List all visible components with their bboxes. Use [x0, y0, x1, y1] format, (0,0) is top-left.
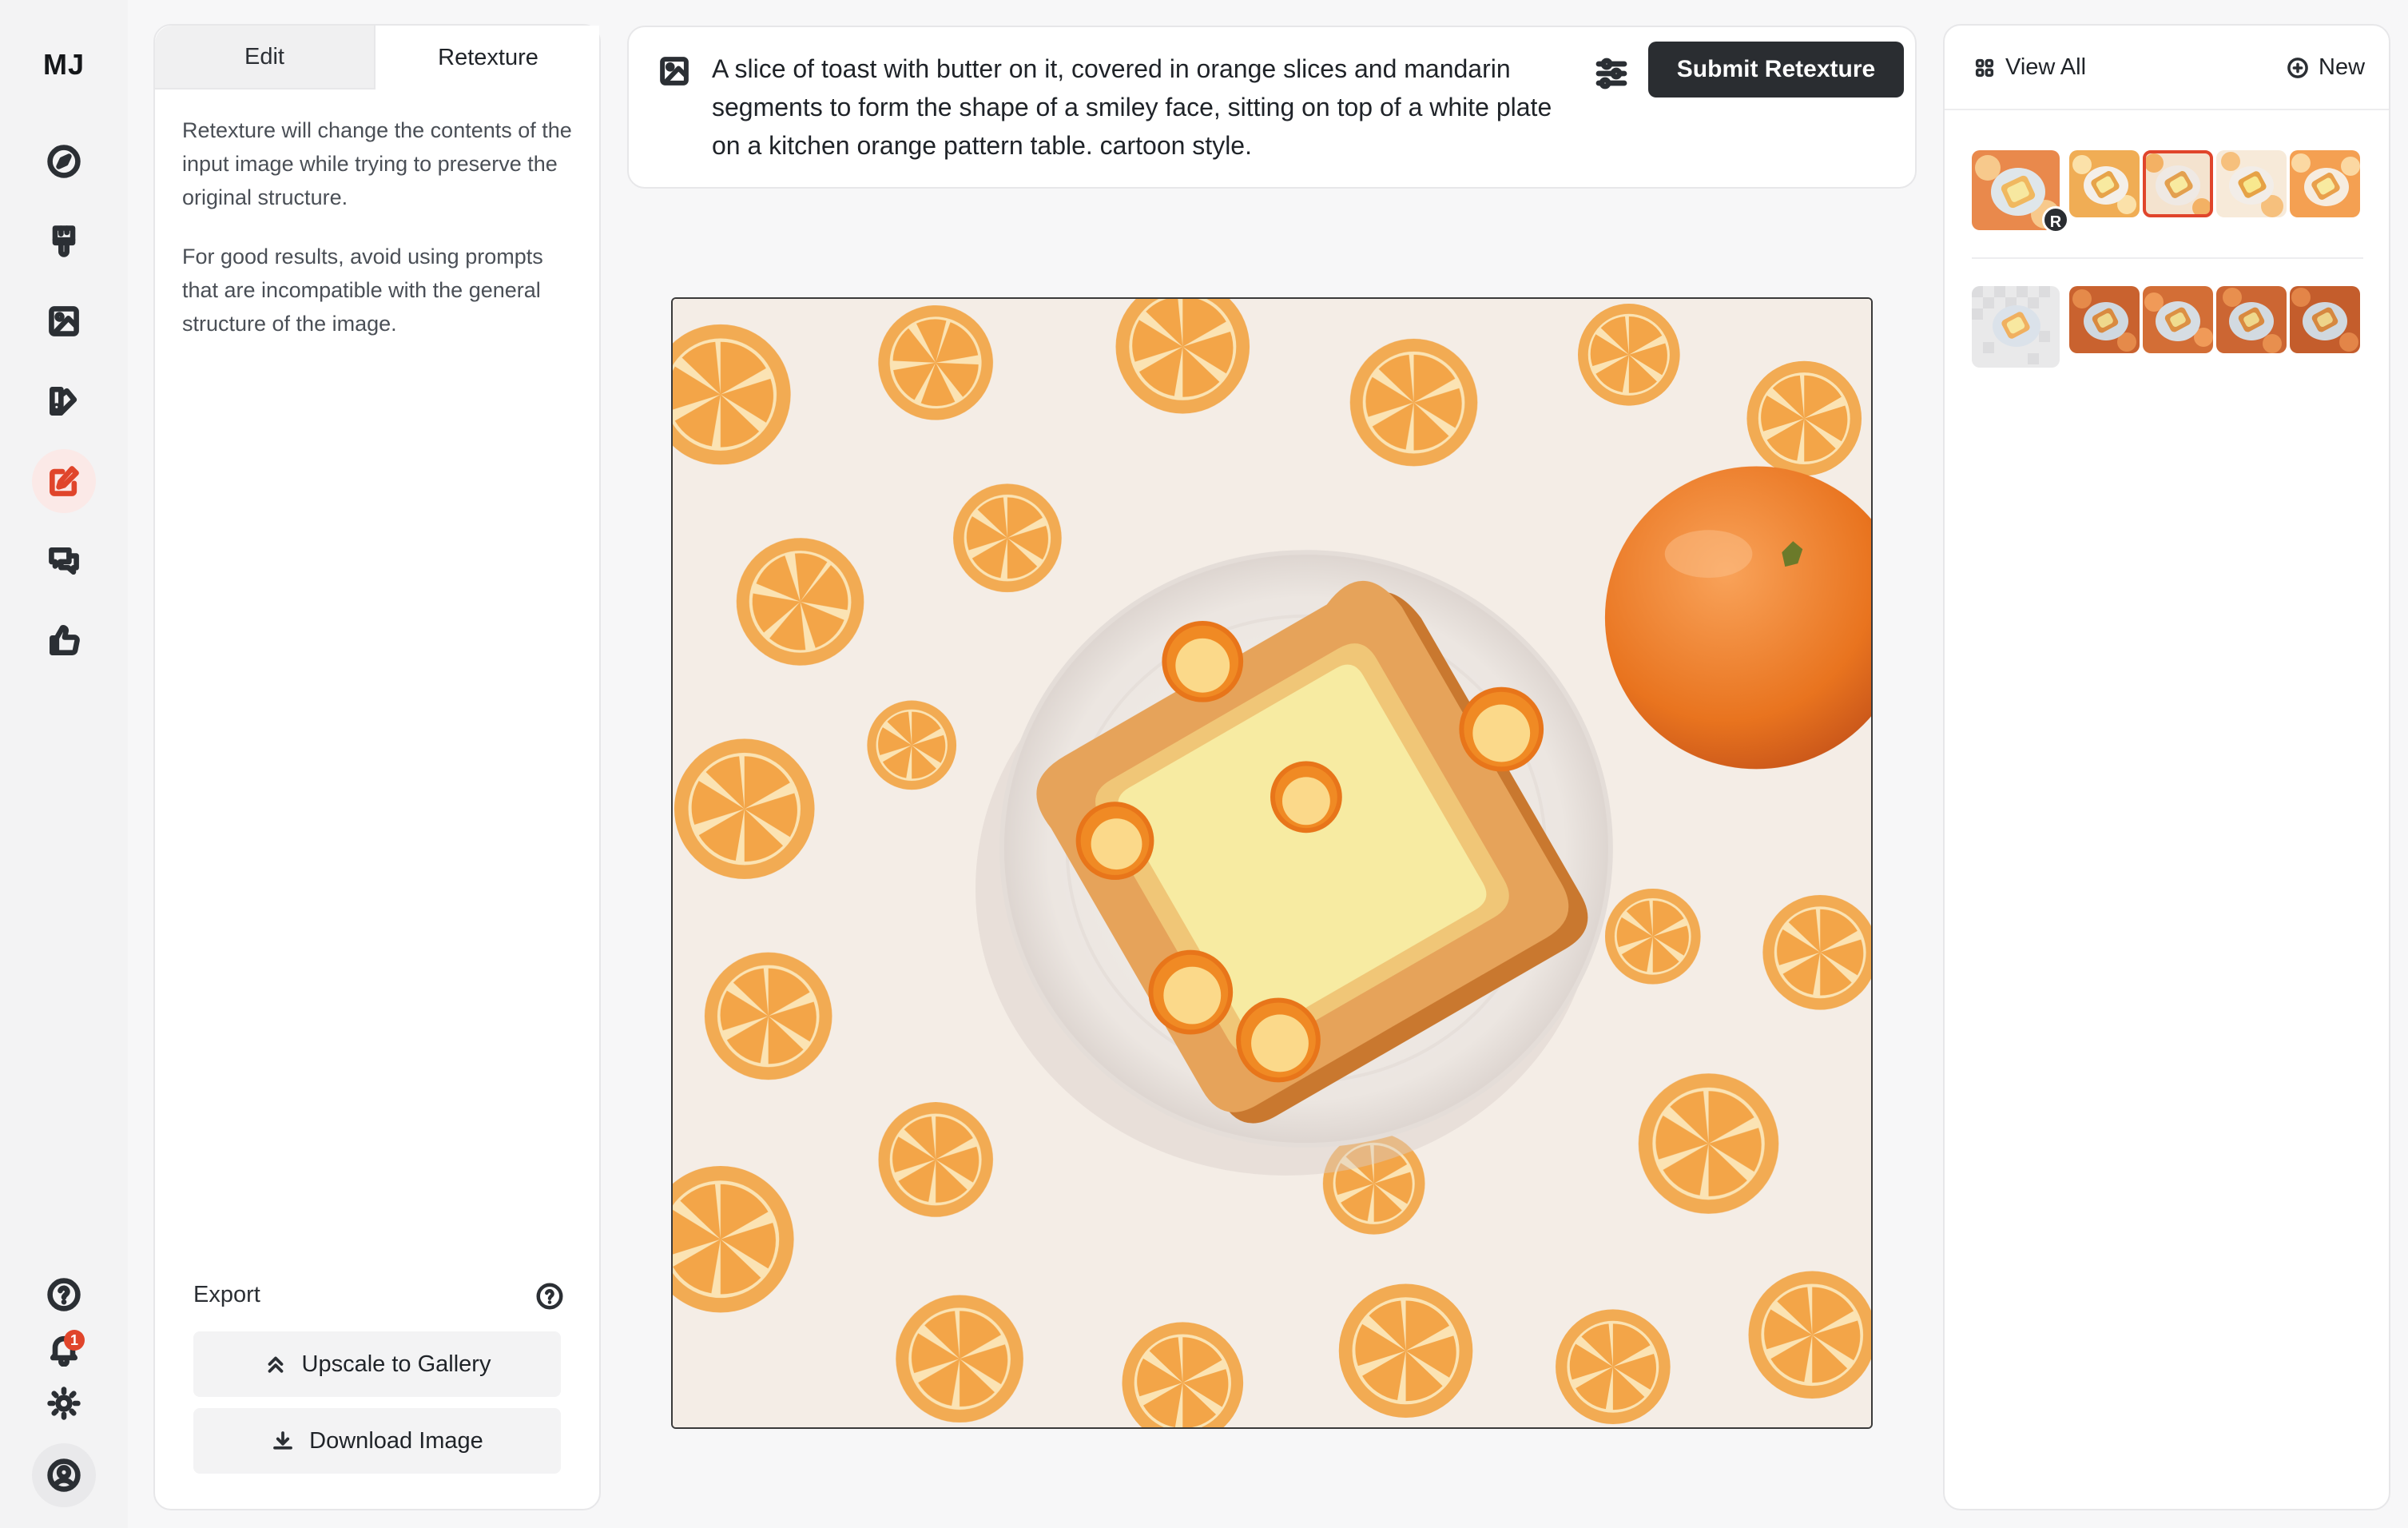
- nav-create[interactable]: [32, 209, 96, 273]
- upscale-to-gallery-button[interactable]: Upscale to Gallery: [193, 1331, 561, 1397]
- view-all-label: View All: [2005, 54, 2087, 80]
- variation-thumbnail[interactable]: [2216, 286, 2287, 353]
- help-icon: [47, 1278, 81, 1311]
- new-button[interactable]: New: [2287, 54, 2365, 81]
- compass-icon: [47, 145, 81, 178]
- help-icon: [536, 1283, 563, 1310]
- palette-icon: [50, 387, 77, 416]
- user-icon: [47, 1458, 81, 1492]
- settings-icon: [1595, 58, 1627, 90]
- variation-thumbnail[interactable]: [2216, 150, 2287, 217]
- sidebar: MJ 1: [0, 0, 128, 1528]
- nav-rank[interactable]: [32, 609, 96, 673]
- settings-button[interactable]: [1592, 54, 1631, 93]
- paintbrush-icon: [52, 225, 76, 257]
- variation-thumbnail[interactable]: [2069, 150, 2140, 217]
- retexture-tip: For good results, avoid using prompts th…: [182, 245, 543, 336]
- notification-badge: 1: [64, 1330, 85, 1351]
- nav-personalize[interactable]: [32, 369, 96, 433]
- view-all-button[interactable]: View All: [1973, 54, 2086, 81]
- variation-thumbnail[interactable]: [2290, 150, 2360, 217]
- sun-icon: [47, 1387, 81, 1420]
- prompt-input[interactable]: A slice of toast with butter on it, cove…: [712, 50, 1583, 165]
- image-icon: [49, 306, 79, 336]
- nav-explore[interactable]: [32, 129, 96, 193]
- thumbs-up-icon: [50, 625, 80, 655]
- chevrons-up-icon: [268, 1356, 283, 1373]
- row-divider: [1972, 257, 2363, 259]
- tab-edit[interactable]: Edit: [155, 26, 376, 90]
- export-help-button[interactable]: [535, 1282, 564, 1311]
- image-prompt-button[interactable]: [658, 54, 691, 88]
- submit-retexture-button[interactable]: Submit Retexture: [1648, 42, 1904, 97]
- retexture-description: Retexture will change the contents of th…: [182, 118, 572, 209]
- reference-thumbnail[interactable]: [1972, 286, 2060, 368]
- left-panel: Edit Retexture Retexture will change the…: [153, 24, 601, 1510]
- export-label: Export: [193, 1282, 260, 1307]
- grid-icon: [1975, 58, 1994, 77]
- download-label: Download Image: [309, 1427, 483, 1454]
- main-image[interactable]: [671, 297, 1873, 1429]
- variation-thumbnail[interactable]: [2143, 286, 2213, 353]
- nav-chat[interactable]: [32, 529, 96, 593]
- edit-icon: [50, 466, 79, 496]
- app-logo[interactable]: MJ: [0, 48, 128, 82]
- nav-edit[interactable]: [32, 449, 96, 513]
- image-icon: [660, 57, 689, 86]
- chat-icon: [49, 547, 79, 575]
- nav-organize[interactable]: [32, 289, 96, 353]
- reference-badge: R: [2042, 206, 2069, 233]
- variation-thumbnail[interactable]: [2069, 286, 2140, 353]
- history-panel: View All New R: [1943, 24, 2390, 1510]
- user-avatar[interactable]: [32, 1443, 96, 1507]
- toast-smiley-artwork: [673, 299, 1871, 1427]
- plus-circle-icon: [2287, 57, 2308, 78]
- download-icon: [273, 1431, 293, 1450]
- prompt-bar: A slice of toast with butter on it, cove…: [627, 26, 1917, 189]
- theme-toggle[interactable]: [32, 1371, 96, 1435]
- tab-retexture[interactable]: Retexture: [377, 26, 599, 90]
- new-label: New: [2319, 54, 2366, 80]
- download-image-button[interactable]: Download Image: [193, 1408, 561, 1474]
- variation-thumbnail-selected[interactable]: [2143, 150, 2213, 217]
- upscale-label: Upscale to Gallery: [301, 1351, 491, 1377]
- variation-thumbnail[interactable]: [2290, 286, 2360, 353]
